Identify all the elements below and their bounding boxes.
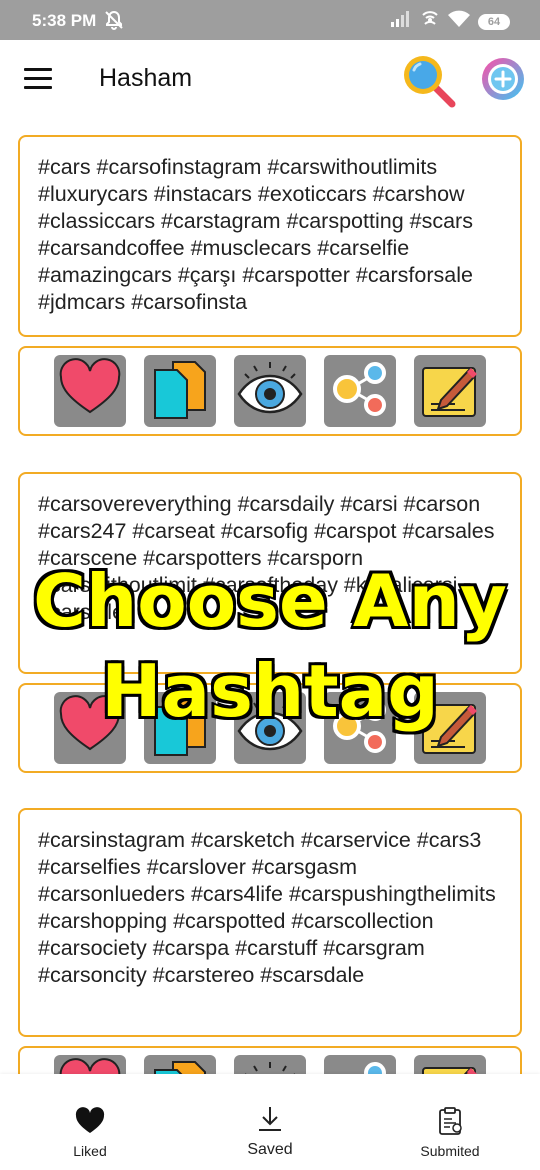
share-button[interactable] bbox=[324, 692, 396, 764]
nav-item-submited[interactable]: Submited bbox=[360, 1074, 540, 1170]
menu-icon[interactable] bbox=[24, 68, 52, 90]
copy-button[interactable] bbox=[144, 692, 216, 764]
page-title: Hasham bbox=[99, 64, 193, 92]
edit-button[interactable] bbox=[414, 1055, 486, 1074]
edit-icon bbox=[417, 693, 483, 764]
hashtag-text-card[interactable]: #cars #carsofinstagram #carswithoutlimit… bbox=[18, 135, 522, 337]
nav-label: Submited bbox=[420, 1143, 480, 1159]
download-icon bbox=[255, 1104, 285, 1134]
copy-button[interactable] bbox=[144, 1055, 216, 1074]
eye-icon bbox=[237, 693, 303, 764]
nav-label: Liked bbox=[73, 1143, 107, 1159]
status-bar: 5:38 PM 64 bbox=[0, 0, 540, 40]
bottom-nav: Liked Saved Submited bbox=[0, 1074, 540, 1170]
hashtag-text: #carsovereverything #carsdaily #carsi #c… bbox=[38, 492, 495, 624]
like-button[interactable] bbox=[54, 1055, 126, 1074]
like-button[interactable] bbox=[54, 355, 126, 427]
heart-icon bbox=[57, 356, 123, 427]
hashtag-text-card[interactable]: #carsinstagram #carsketch #carservice #c… bbox=[18, 808, 522, 1037]
hashtag-actions bbox=[18, 1046, 522, 1074]
share-button[interactable] bbox=[324, 355, 396, 427]
hashtag-text-card[interactable]: #carsovereverything #carsdaily #carsi #c… bbox=[18, 472, 522, 674]
share-icon bbox=[327, 693, 393, 764]
copy-icon bbox=[147, 356, 213, 427]
hashtag-actions bbox=[18, 683, 522, 773]
hotspot-icon bbox=[420, 10, 440, 33]
nav-item-liked[interactable]: Liked bbox=[0, 1074, 180, 1170]
signal-icon bbox=[390, 11, 412, 32]
share-icon bbox=[327, 1056, 393, 1074]
edit-button[interactable] bbox=[414, 692, 486, 764]
app-bar: Hasham bbox=[0, 40, 540, 116]
edit-button[interactable] bbox=[414, 355, 486, 427]
copy-icon bbox=[147, 693, 213, 764]
hashtag-text: #carsinstagram #carsketch #carservice #c… bbox=[38, 828, 496, 987]
share-icon bbox=[327, 356, 393, 427]
heart-icon bbox=[57, 693, 123, 764]
view-button[interactable] bbox=[234, 355, 306, 427]
view-button[interactable] bbox=[234, 1055, 306, 1074]
heart-icon bbox=[57, 1056, 123, 1074]
heart-icon bbox=[75, 1106, 105, 1136]
search-icon[interactable] bbox=[400, 52, 458, 110]
like-button[interactable] bbox=[54, 692, 126, 764]
edit-icon bbox=[417, 356, 483, 427]
view-button[interactable] bbox=[234, 692, 306, 764]
clipboard-icon bbox=[435, 1106, 465, 1136]
silent-bell-icon bbox=[104, 10, 124, 35]
hashtag-actions bbox=[18, 346, 522, 436]
hashtag-list[interactable]: #cars #carsofinstagram #carswithoutlimit… bbox=[0, 116, 540, 1074]
nav-label: Saved bbox=[247, 1141, 293, 1158]
copy-icon bbox=[147, 1056, 213, 1074]
nav-item-saved[interactable]: Saved bbox=[180, 1074, 360, 1170]
hashtag-text: #cars #carsofinstagram #carswithoutlimit… bbox=[38, 155, 473, 314]
add-icon[interactable] bbox=[480, 56, 526, 102]
eye-icon bbox=[237, 356, 303, 427]
share-button[interactable] bbox=[324, 1055, 396, 1074]
copy-button[interactable] bbox=[144, 355, 216, 427]
eye-icon bbox=[237, 1056, 303, 1074]
edit-icon bbox=[417, 1056, 483, 1074]
wifi-icon bbox=[448, 10, 470, 33]
status-time: 5:38 PM bbox=[32, 11, 97, 30]
battery-indicator: 64 bbox=[478, 13, 510, 30]
